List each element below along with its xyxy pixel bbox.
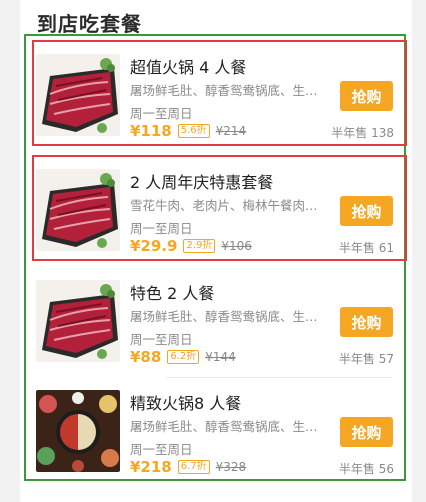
deal-price: ¥218 [130,458,172,476]
deal-item[interactable]: 2 人周年庆特惠套餐 雪花牛肉、老肉片、梅林午餐肉… 周一至周日 ¥29.9 2… [32,155,407,263]
original-price: ¥328 [215,460,247,474]
buy-button[interactable]: 抢购 [340,196,393,226]
deal-availability: 周一至周日 [130,221,193,236]
divider [166,377,392,378]
price-row: ¥29.9 2.9折 ¥106 [130,237,252,255]
deal-availability: 周一至周日 [130,332,193,347]
buy-button[interactable]: 抢购 [340,81,393,111]
buy-button[interactable]: 抢购 [340,417,393,447]
price-row: ¥88 6.2折 ¥144 [130,348,236,366]
sold-count: 半年售 57 [338,352,394,366]
discount-badge: 2.9折 [183,239,216,253]
deal-description: 屠场鲜毛肚、醇香鸳鸯锅底、生… [130,83,318,98]
discount-badge: 6.7折 [177,460,210,474]
price-row: ¥218 6.7折 ¥328 [130,458,246,476]
deal-description: 屠场鲜毛肚、醇香鸳鸯锅底、生… [130,309,318,324]
deal-price: ¥118 [130,122,172,140]
deal-description: 雪花牛肉、老肉片、梅林午餐肉… [130,198,318,213]
deal-item[interactable]: 精致火锅8 人餐 屠场鲜毛肚、醇香鸳鸯锅底、生… 周一至周日 ¥218 6.7折… [36,380,406,484]
original-price: ¥106 [221,239,252,253]
discount-badge: 6.2折 [167,350,200,364]
deal-item[interactable]: 超值火锅 4 人餐 屠场鲜毛肚、醇香鸳鸯锅底、生… 周一至周日 ¥118 5.6… [32,40,407,148]
deal-price: ¥88 [130,348,162,366]
beef-slices-image [36,280,120,362]
beef-slices-image [36,54,120,136]
deal-name: 2 人周年庆特惠套餐 [130,173,274,192]
original-price: ¥144 [205,350,236,364]
sold-count: 半年售 61 [338,241,394,255]
deal-name: 超值火锅 4 人餐 [130,58,247,77]
beef-slices-image [36,169,120,251]
hotpot-table-image [36,390,120,472]
sold-count: 半年售 56 [338,462,394,476]
deal-name: 特色 2 人餐 [130,284,215,303]
discount-badge: 5.6折 [177,124,210,138]
deal-name: 精致火锅8 人餐 [130,394,242,413]
sold-count: 半年售 138 [331,126,394,140]
deal-description: 屠场鲜毛肚、醇香鸳鸯锅底、生… [130,419,318,434]
section-title: 到店吃套餐 [37,12,142,36]
deal-price: ¥29.9 [130,237,178,255]
deal-availability: 周一至周日 [130,442,193,457]
original-price: ¥214 [215,124,247,138]
price-row: ¥118 5.6折 ¥214 [130,122,246,140]
buy-button[interactable]: 抢购 [340,307,393,337]
deal-availability: 周一至周日 [130,106,193,121]
deal-item[interactable]: 特色 2 人餐 屠场鲜毛肚、醇香鸳鸯锅底、生… 周一至周日 ¥88 6.2折 ¥… [36,270,406,378]
